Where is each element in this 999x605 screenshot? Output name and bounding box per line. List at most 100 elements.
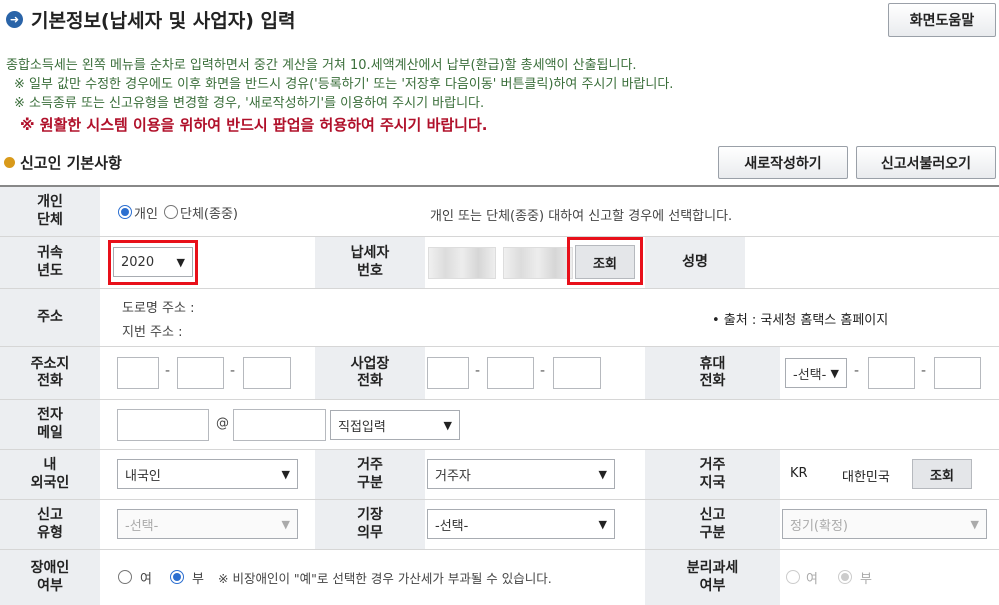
report-class-value: 정기(확정) (790, 518, 848, 534)
home-phone-2[interactable] (177, 357, 224, 389)
radio-individual-label: 개인 (134, 207, 158, 222)
page-title: ➜ 기본정보(납세자 및 사업자) 입력 (6, 6, 295, 33)
radio-separate-no[interactable] (838, 570, 852, 584)
label-mobile: 휴대 전화 (645, 347, 780, 399)
label-disabled: 장애인 여부 (0, 550, 100, 605)
lot-address-label: 지번 주소 : (122, 325, 183, 340)
notice-line-1: 종합소득세는 왼쪽 메뉴를 순차로 입력하면서 중간 계산을 거쳐 10.세액계… (6, 58, 637, 73)
mobile-3[interactable] (934, 357, 981, 389)
biz-phone-1[interactable] (427, 357, 469, 389)
notice-line-2: ※ 일부 값만 수정한 경우에도 이후 화면을 반드시 경유('등록하기' 또는… (14, 77, 674, 92)
dash: - (230, 363, 236, 379)
row-year: 귀속 년도 2020 ▼ 납세자 번호 조회 성명 (0, 237, 999, 289)
radio-disabled-yes[interactable] (118, 570, 132, 584)
chevron-down-icon: ▼ (281, 518, 290, 531)
bullet-dot-icon (4, 157, 15, 168)
country-name: 대한민국 (842, 470, 890, 485)
nationality-select[interactable]: 내국인 ▼ (117, 459, 298, 489)
dash: - (540, 363, 546, 379)
row-residency: 내 외국인 내국인 ▼ 거주 구분 거주자 ▼ 거주 지국 KR 대한민국 조회 (0, 450, 999, 500)
radio-group-label: 단체(종중) (180, 207, 238, 222)
page-title-text: 기본정보(납세자 및 사업자) 입력 (31, 10, 296, 32)
radio-disabled-no[interactable] (170, 570, 184, 584)
radio-separate-yes[interactable] (786, 570, 800, 584)
label-name: 성명 (645, 237, 745, 288)
row-report: 신고 유형 -선택- ▼ 기장 의무 -선택- ▼ 신고 구분 정기(확정) ▼ (0, 500, 999, 550)
report-type-select[interactable]: -선택- ▼ (117, 509, 298, 539)
chevron-down-icon: ▼ (970, 518, 979, 531)
home-phone-1[interactable] (117, 357, 159, 389)
source-note: • 출처 : 국세청 홈택스 홈페이지 (712, 313, 889, 328)
label-report-class: 신고 구분 (645, 500, 780, 549)
residency-select[interactable]: 거주자 ▼ (427, 459, 615, 489)
report-class-select[interactable]: 정기(확정) ▼ (782, 509, 987, 539)
report-type-value: -선택- (125, 518, 159, 534)
mobile-2[interactable] (868, 357, 915, 389)
email-id-input[interactable] (117, 409, 209, 441)
email-domain-input[interactable] (233, 409, 326, 441)
radio-group[interactable] (164, 205, 178, 219)
home-phone-3[interactable] (243, 357, 291, 389)
dash: - (165, 363, 171, 379)
load-report-button[interactable]: 신고서불러오기 (856, 146, 996, 179)
section-title-text: 신고인 기본사항 (20, 154, 122, 172)
taxpayer-no-part1[interactable] (428, 247, 496, 279)
disabled-note: ※ 비장애인이 "예"로 선택한 경우 가산세가 부과될 수 있습니다. (218, 571, 552, 586)
label-taxpayer-no: 납세자 번호 (315, 237, 425, 288)
dash: - (854, 363, 860, 379)
chevron-down-icon: ▼ (830, 367, 839, 380)
radio-separate-no-label: 부 (860, 572, 872, 587)
label-biz-phone: 사업장 전화 (315, 347, 425, 399)
chevron-down-icon: ▼ (443, 419, 452, 432)
radio-individual[interactable] (118, 205, 132, 219)
arrow-right-icon: ➜ (6, 11, 23, 28)
chevron-down-icon: ▼ (598, 468, 607, 481)
row-address: 주소 도로명 주소 : 지번 주소 : • 출처 : 국세청 홈택스 홈페이지 (0, 289, 999, 347)
nationality-value: 내국인 (125, 468, 161, 484)
label-nationality: 내 외국인 (0, 450, 100, 499)
country-lookup-button[interactable]: 조회 (912, 459, 972, 489)
bookkeeping-value: -선택- (435, 518, 469, 534)
row-type: 개인 단체 개인 단체(종중) 개인 또는 단체(종중) 대하여 신고할 경우에… (0, 187, 999, 237)
dash: - (921, 363, 927, 379)
row-email: 전자 메일 @ 직접입력 ▼ (0, 400, 999, 450)
help-button[interactable]: 화면도움말 (888, 3, 996, 37)
biz-phone-3[interactable] (553, 357, 601, 389)
label-report-type: 신고 유형 (0, 500, 100, 549)
notice-line-3: ※ 소득종류 또는 신고유형을 변경할 경우, '새로작성하기'를 이용하여 주… (14, 96, 485, 111)
email-at-sign: @ (216, 416, 229, 431)
label-email: 전자 메일 (0, 400, 100, 449)
label-home-phone: 주소지 전화 (0, 347, 100, 399)
dash: - (475, 363, 481, 379)
radio-disabled-yes-label: 여 (140, 572, 152, 587)
highlight-year (108, 240, 198, 285)
chevron-down-icon: ▼ (598, 518, 607, 531)
basic-info-form: 개인 단체 개인 단체(종중) 개인 또는 단체(종중) 대하여 신고할 경우에… (0, 185, 999, 605)
road-address-label: 도로명 주소 : (122, 301, 195, 316)
label-country: 거주 지국 (645, 450, 780, 499)
popup-warning: ※ 원활한 시스템 이용을 위하여 반드시 팝업을 허용하여 주시기 바랍니다. (20, 116, 488, 134)
label-type: 개인 단체 (0, 187, 100, 236)
chevron-down-icon: ▼ (281, 468, 290, 481)
section-title: 신고인 기본사항 (4, 152, 122, 173)
taxpayer-no-part2[interactable] (503, 247, 573, 279)
highlight-lookup (567, 237, 643, 285)
row-disabled: 장애인 여부 여 부 ※ 비장애인이 "예"로 선택한 경우 가산세가 부과될 … (0, 550, 999, 605)
country-code: KR (790, 466, 808, 481)
mobile-prefix-value: -선택- (793, 367, 827, 383)
label-separate-tax: 분리과세 여부 (645, 550, 780, 605)
mobile-prefix-select[interactable]: -선택- ▼ (785, 358, 847, 388)
label-year: 귀속 년도 (0, 237, 100, 288)
row-phones: 주소지 전화 - - 사업장 전화 - - 휴대 전화 -선택- ▼ - - (0, 347, 999, 400)
biz-phone-2[interactable] (487, 357, 534, 389)
label-address: 주소 (0, 289, 100, 346)
type-hint: 개인 또는 단체(종중) 대하여 신고할 경우에 선택합니다. (430, 209, 733, 224)
email-domain-select[interactable]: 직접입력 ▼ (330, 410, 460, 440)
new-write-button[interactable]: 새로작성하기 (718, 146, 848, 179)
bookkeeping-select[interactable]: -선택- ▼ (427, 509, 615, 539)
label-bookkeeping: 기장 의무 (315, 500, 425, 549)
residency-value: 거주자 (435, 468, 471, 484)
label-residency: 거주 구분 (315, 450, 425, 499)
radio-separate-yes-label: 여 (806, 572, 818, 587)
email-domain-value: 직접입력 (338, 419, 386, 435)
